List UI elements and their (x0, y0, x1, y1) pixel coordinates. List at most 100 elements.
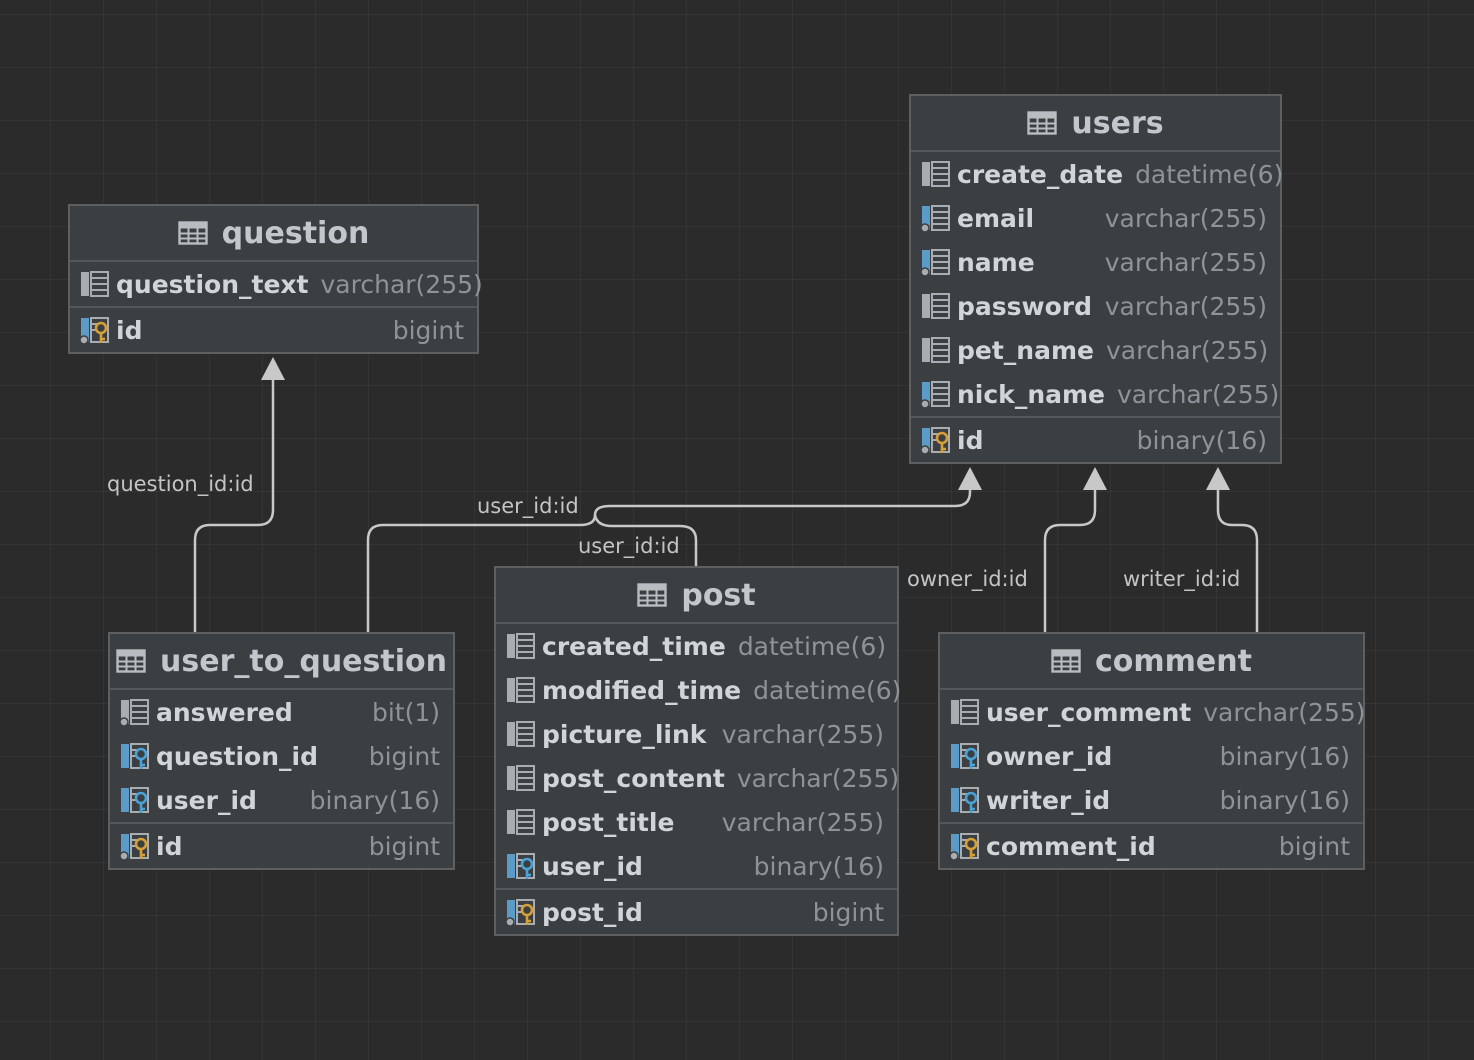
relation-label-owner-id: owner_id:id (907, 567, 1028, 591)
column-name: user_id (156, 785, 257, 815)
column-icon (920, 336, 951, 364)
foreign-key-icon (505, 852, 536, 880)
relation-label-post-user-id: user_id:id (578, 534, 680, 558)
entity-header[interactable]: comment (940, 634, 1363, 690)
column-type: binary(16) (309, 785, 440, 815)
entity-header[interactable]: users (911, 96, 1280, 152)
unique-column-icon (920, 204, 951, 233)
primary-key-row-id[interactable]: id binary(16) (911, 416, 1280, 462)
arrow-users-2 (1083, 467, 1107, 490)
column-type: bigint (1278, 831, 1350, 861)
column-type: binary(16) (1136, 425, 1267, 455)
column-name: question_text (116, 269, 309, 299)
column-row-user-id[interactable]: user_id binary(16) (496, 844, 897, 888)
relation-label-question-id: question_id:id (107, 472, 254, 496)
table-icon (637, 583, 668, 607)
column-name: created_time (542, 631, 726, 661)
column-row-email[interactable]: email varchar(255) (911, 196, 1280, 240)
entity-title: user_to_question (160, 643, 447, 679)
column-row-modified-time[interactable]: modified_time datetime(6) (496, 668, 901, 712)
column-row-writer-id[interactable]: writer_id binary(16) (940, 778, 1363, 822)
table-icon (1051, 649, 1081, 673)
column-type: varchar(255) (1104, 291, 1267, 321)
column-row-owner-id[interactable]: owner_id binary(16) (940, 734, 1363, 778)
column-row-create-date[interactable]: create_date datetime(6) (911, 152, 1284, 196)
entity-question[interactable]: question question_text varchar(255) id bigin… (68, 204, 483, 354)
column-name: user_id (542, 851, 643, 881)
column-row-nick-name[interactable]: nick_name varchar(255) (911, 372, 1280, 416)
column-type: bigint (392, 315, 464, 345)
column-row-question-text[interactable]: question_text varchar(255) (70, 262, 483, 306)
column-icon (949, 698, 980, 726)
unique-column-icon (920, 248, 951, 277)
column-row-picture-link[interactable]: picture_link varchar(255) (496, 712, 897, 756)
primary-key-icon (949, 832, 980, 861)
primary-key-icon (119, 832, 150, 861)
primary-key-row-id[interactable]: id bigint (110, 822, 453, 868)
column-row-name[interactable]: name varchar(255) (911, 240, 1280, 284)
entity-header[interactable]: post (496, 568, 897, 624)
entity-user-to-question[interactable]: user_to_question answered bit(1) question_i… (108, 632, 455, 870)
column-name: comment_id (986, 831, 1156, 861)
column-name: owner_id (986, 741, 1113, 771)
entity-comment[interactable]: comment user_comment varchar(255) owner_id b… (938, 632, 1366, 870)
entity-header[interactable]: question (70, 206, 477, 262)
column-name: user_comment (986, 697, 1192, 727)
primary-key-icon (920, 426, 951, 455)
foreign-key-icon (949, 742, 980, 770)
column-type: binary(16) (753, 851, 884, 881)
column-name: pet_name (957, 335, 1094, 365)
table-icon (1027, 111, 1058, 135)
primary-key-row-id[interactable]: id bigint (70, 306, 477, 352)
foreign-key-icon (949, 786, 980, 814)
column-type: binary(16) (1219, 785, 1350, 815)
column-name: id (116, 315, 143, 345)
entity-header[interactable]: user_to_question (110, 634, 453, 690)
column-name: name (957, 247, 1035, 277)
column-icon (505, 720, 536, 748)
column-icon (79, 270, 110, 298)
entity-title: comment (1095, 643, 1252, 679)
column-row-post-content[interactable]: post_content varchar(255) (496, 756, 899, 800)
column-type: varchar(255) (1105, 335, 1269, 365)
primary-key-icon (505, 898, 536, 927)
entity-title: users (1071, 105, 1164, 141)
column-name: post_id (542, 897, 643, 927)
table-icon (116, 649, 146, 673)
column-row-pet-name[interactable]: pet_name varchar(255) (911, 328, 1280, 372)
column-type: datetime(6) (1135, 159, 1284, 189)
column-row-created-time[interactable]: created_time datetime(6) (496, 624, 897, 668)
column-row-password[interactable]: password varchar(255) (911, 284, 1280, 328)
column-type: datetime(6) (737, 631, 887, 661)
column-name: id (156, 831, 183, 861)
column-icon (505, 632, 536, 660)
arrow-question (261, 357, 285, 380)
primary-key-icon (79, 316, 110, 345)
column-name: post_title (542, 807, 675, 837)
relation-label-utq-user-id: user_id:id (477, 494, 579, 518)
column-row-user-id[interactable]: user_id binary(16) (110, 778, 453, 822)
entity-post[interactable]: post created_time datetime(6) modified_time… (494, 566, 901, 936)
entity-title: post (681, 577, 756, 613)
primary-key-row-post-id[interactable]: post_id bigint (496, 888, 897, 934)
connector-owner-id (1043, 488, 1097, 633)
column-type: varchar(255) (1203, 697, 1366, 727)
column-name: email (957, 203, 1035, 233)
column-type: bigint (368, 741, 440, 771)
primary-key-row-comment-id[interactable]: comment_id bigint (940, 822, 1363, 868)
column-row-post-title[interactable]: post_title varchar(255) (496, 800, 897, 844)
column-row-answered[interactable]: answered bit(1) (110, 690, 453, 734)
column-name: password (957, 291, 1093, 321)
column-icon (505, 808, 536, 836)
connector-writer-id (1216, 488, 1259, 633)
column-row-question-id[interactable]: question_id bigint (110, 734, 453, 778)
column-name: create_date (957, 159, 1124, 189)
column-row-user-comment[interactable]: user_comment varchar(255) (940, 690, 1366, 734)
column-name: post_content (542, 763, 725, 793)
column-icon (920, 292, 951, 320)
entity-users[interactable]: users create_date datetime(6) email varchar(… (909, 94, 1284, 464)
column-type: bigint (812, 897, 884, 927)
column-type: bigint (368, 831, 440, 861)
column-name: picture_link (542, 719, 707, 749)
column-icon (505, 764, 536, 792)
